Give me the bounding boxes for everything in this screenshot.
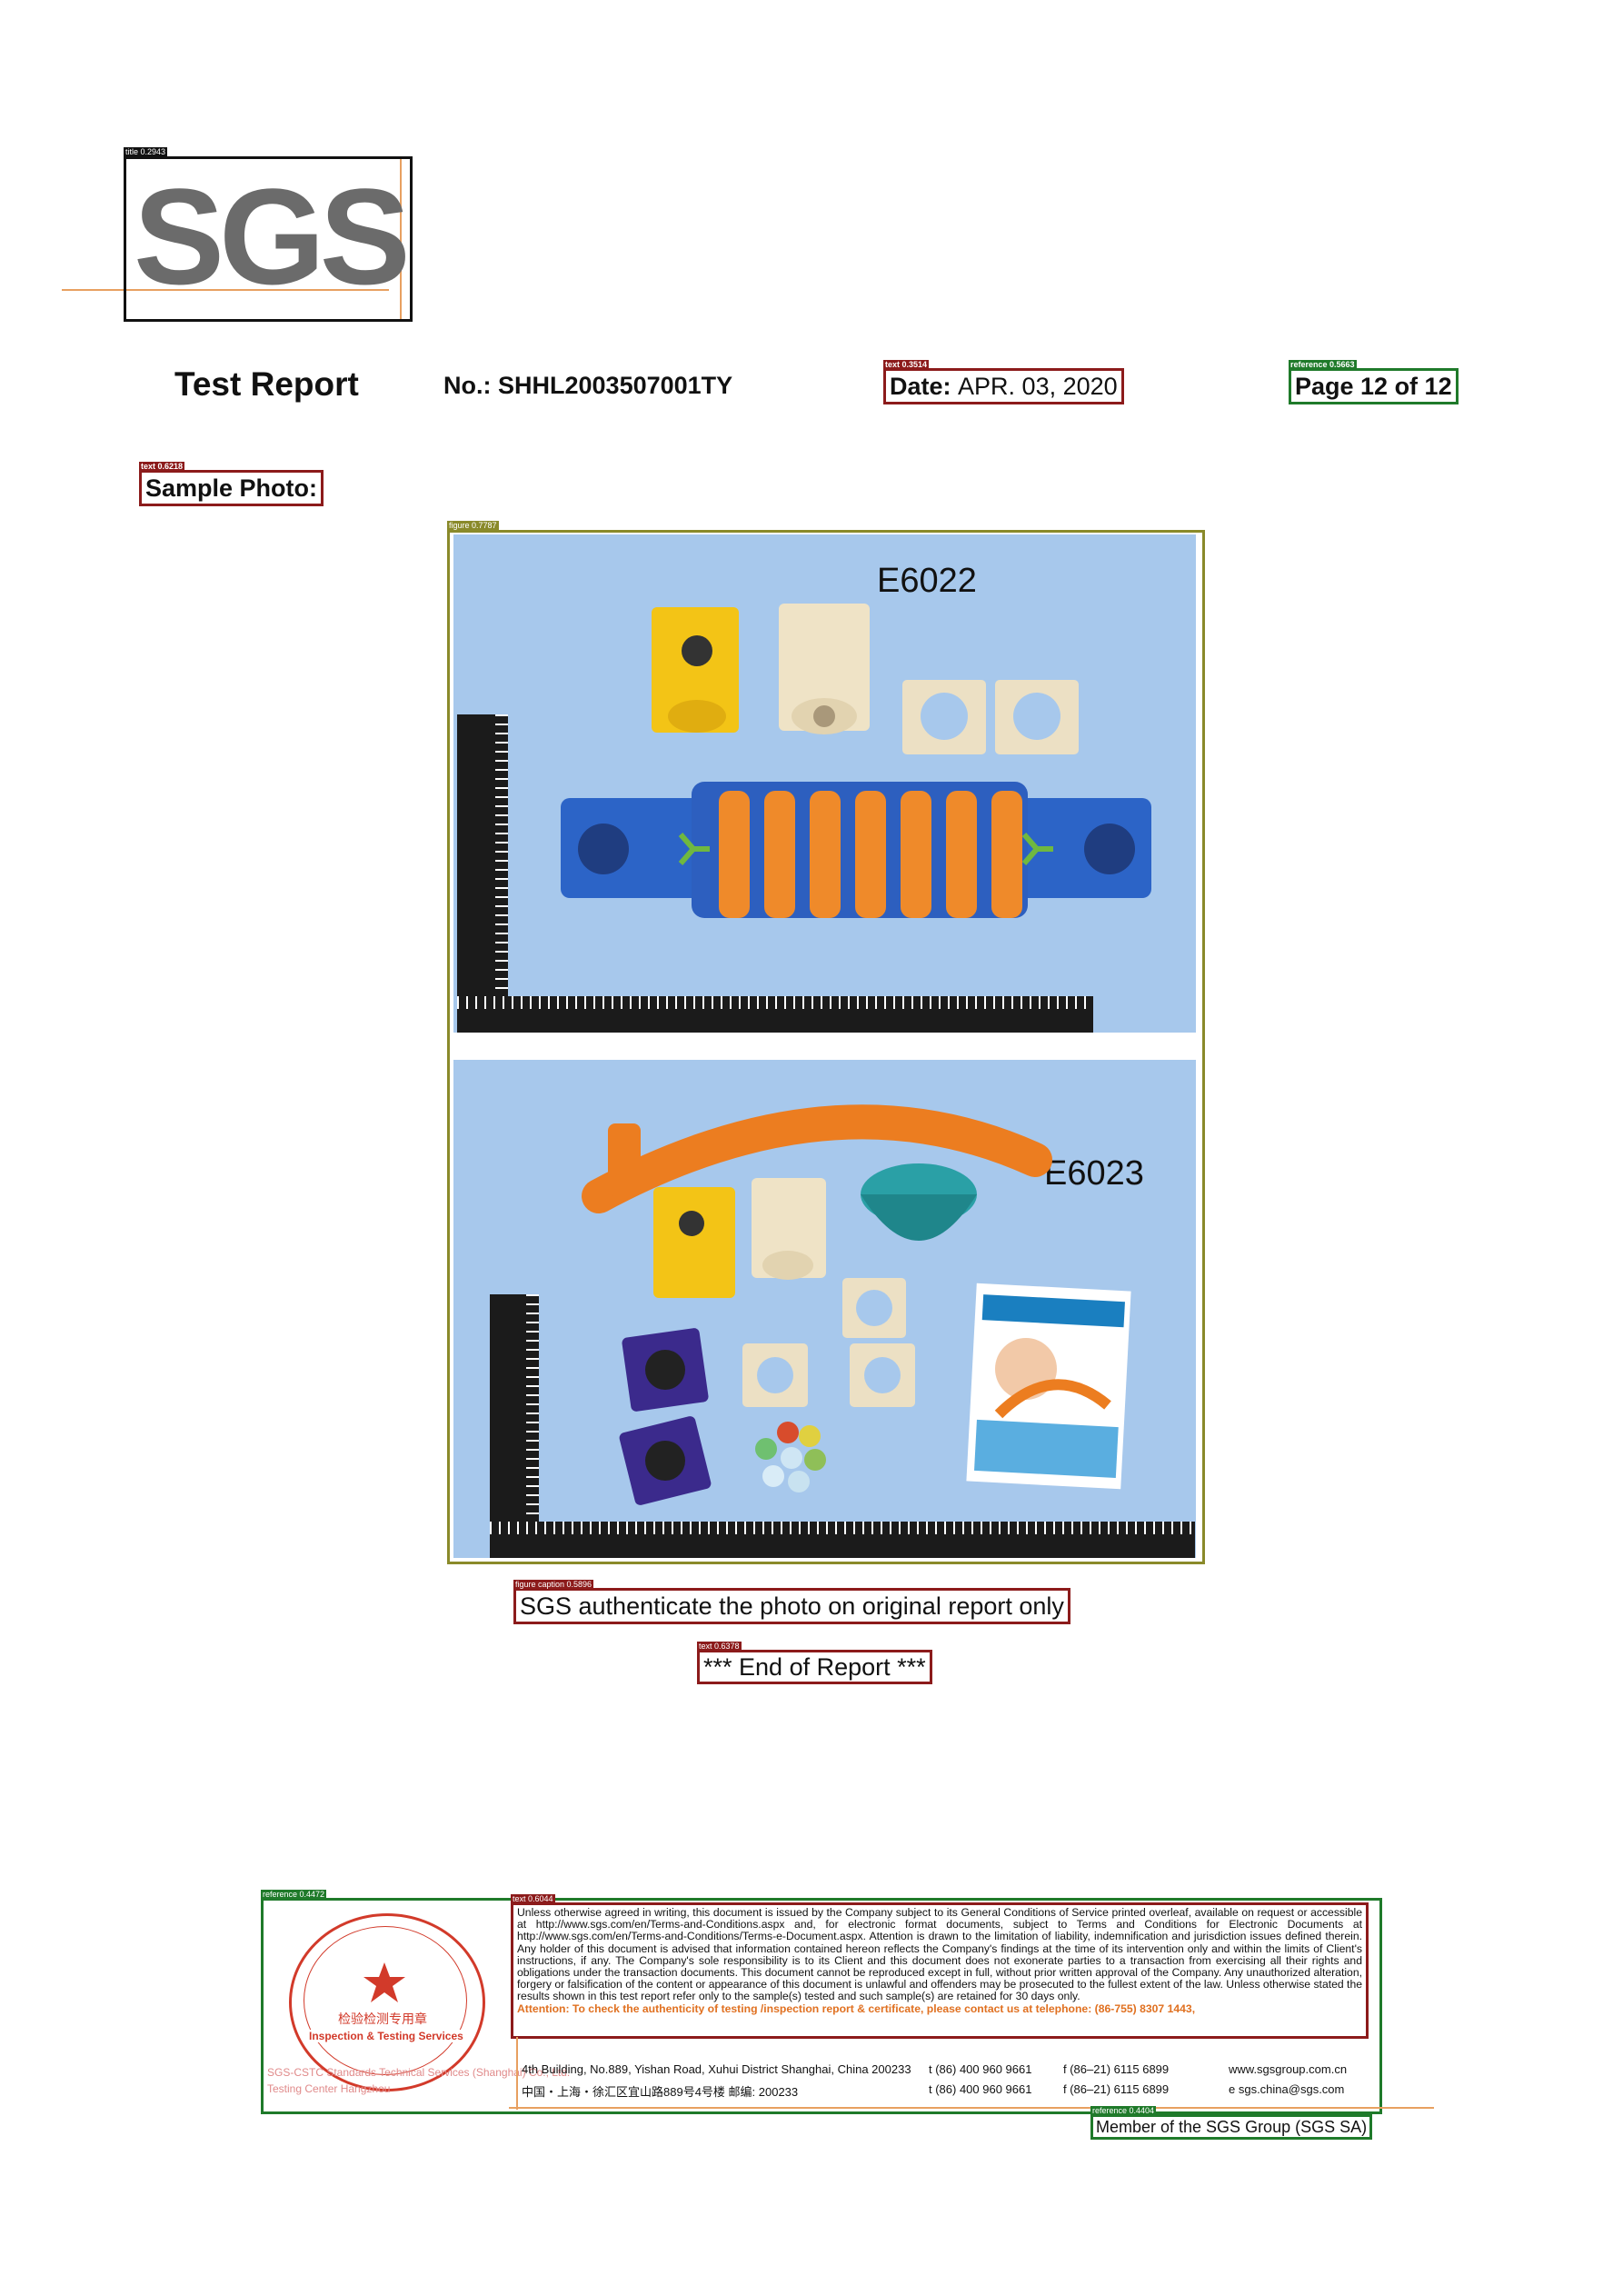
end-annotation-tag: text 0.6378 (697, 1642, 742, 1651)
footer-attention-text: Attention: To check the authenticity of … (517, 2002, 1196, 2015)
footer-tel-1: t (86) 400 960 9661 (929, 2062, 1032, 2076)
ruler-vertical (457, 714, 508, 1033)
footer-disclaimer-text: Unless otherwise agreed in writing, this… (517, 1906, 1362, 2003)
toy-illustration-e6022 (561, 604, 1151, 918)
sample-annotation-tag: text 0.6218 (139, 462, 185, 471)
footer-text-annotation-tag: text 0.6044 (511, 1894, 555, 1903)
logo-annotation-tag: title 0.2943 (124, 147, 168, 156)
caption-text: SGS authenticate the photo on original r… (520, 1592, 1064, 1620)
member-of-sgs-group: reference 0.4404 Member of the SGS Group… (1090, 2106, 1373, 2140)
sample-photo-figure: figure 0.7787 E6022 E6023 (447, 521, 1205, 1564)
page-annotation-tag: reference 0.5663 (1289, 360, 1357, 369)
photo-caption: figure caption 0.5896 SGS authenticate t… (513, 1580, 1070, 1624)
report-number: No.: SHHL2003507001TY (443, 372, 732, 400)
footer-tel-2: t (86) 400 960 9661 (929, 2082, 1032, 2096)
sample-photo-label: text 0.6218 Sample Photo: (139, 462, 324, 506)
footer-address-cn: 中国・上海・徐汇区宜山路889号4号楼 邮编: 200233 (522, 2085, 799, 2099)
footer-reference-box: reference 0.4472 检验检测专用章 Inspection & Te… (261, 1890, 1382, 2114)
footer-address-en: 4th Building, No.889, Yishan Road, Xuhui… (522, 2062, 911, 2076)
photo-e6022: E6022 (453, 534, 1196, 1033)
footer-disclaimer-box: text 0.6044 Unless otherwise agreed in w… (511, 1894, 1369, 2039)
footer-annotation-tag: reference 0.4472 (261, 1890, 327, 1899)
date-annotation-tag: text 0.3514 (883, 360, 930, 369)
report-date: text 0.3514 Date: APR. 03, 2020 (883, 360, 1124, 404)
figure-annotation-tag: figure 0.7787 (447, 521, 499, 530)
caption-annotation-tag: figure caption 0.5896 (513, 1580, 594, 1589)
ruler-horizontal (457, 996, 1093, 1033)
report-title: Test Report (174, 365, 359, 403)
end-of-report-text: *** End of Report *** (703, 1653, 926, 1681)
sgs-logo: SGS (134, 160, 411, 313)
toy-illustration-e6023 (582, 1104, 1131, 1505)
stamp-center-en-text: Testing Center Hangzhou (267, 2082, 391, 2095)
ruler-horizontal (490, 1522, 1195, 1558)
footer-fax-2: f (86–21) 6115 6899 (1063, 2082, 1170, 2096)
date-label: Date: (890, 373, 951, 400)
logo-box: title 0.2943 SGS (124, 147, 413, 322)
report-number-value: SHHL2003507001TY (498, 372, 733, 399)
sample-photo-text: Sample Photo: (145, 474, 318, 502)
footer-fax-1: f (86–21) 6115 6899 (1063, 2062, 1170, 2076)
stamp-band-text: Inspection & Testing Services (309, 2030, 463, 2042)
stamp-star-icon (363, 1962, 405, 2002)
stamp-center-text: 检验检测专用章 (338, 2011, 427, 2026)
photo-e6023: E6023 (453, 1060, 1196, 1558)
member-text: Member of the SGS Group (SGS SA) (1096, 2118, 1368, 2136)
ruler-vertical (490, 1294, 539, 1558)
footer-vertical-divider (516, 2037, 518, 2110)
date-value: APR. 03, 2020 (958, 373, 1118, 400)
end-of-report: text 0.6378 *** End of Report *** (697, 1642, 932, 1684)
page-label: Page 12 of 12 (1295, 373, 1452, 400)
member-annotation-tag: reference 0.4404 (1090, 2106, 1157, 2115)
report-number-label: No.: (443, 372, 492, 399)
page-indicator: reference 0.5663 Page 12 of 12 (1289, 360, 1459, 404)
footer-horizontal-rule (509, 2107, 1434, 2109)
footer-web: www.sgsgroup.com.cn (1229, 2062, 1348, 2076)
footer-email: e sgs.china@sgs.com (1229, 2082, 1345, 2096)
